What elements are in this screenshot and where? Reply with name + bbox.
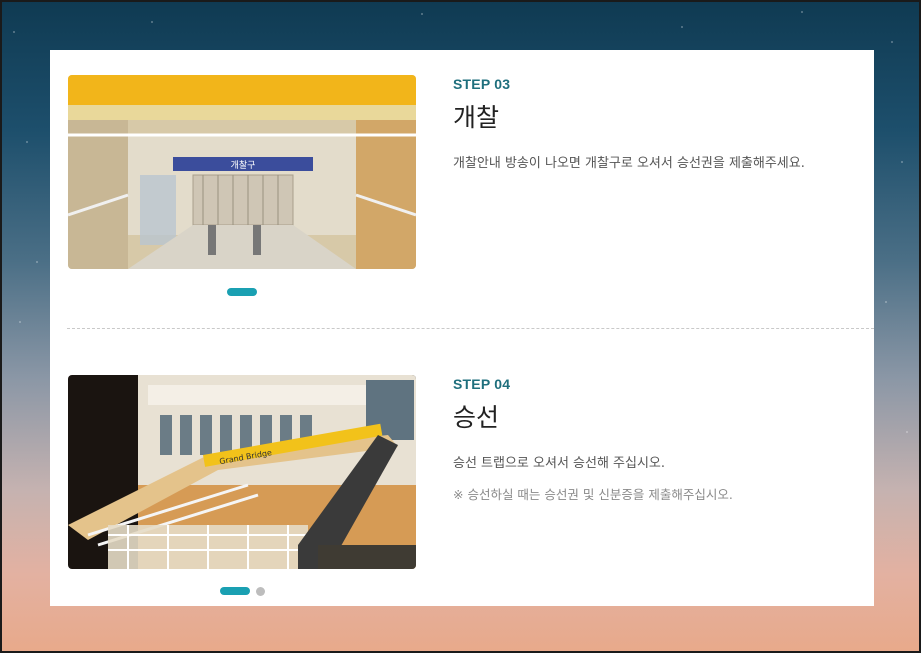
boarding-steps-card: 개찰구 STEP 03 개찰 개찰안내 방송이 나오면 개찰구로 오셔서 승선권…	[50, 50, 874, 606]
ferry-boarding-photo: Grand Bridge	[68, 375, 416, 569]
step-04-section: Grand Bridge STEP 04 승선 승선 트랩으로 오셔서 승선해 …	[50, 328, 874, 606]
slider-dot[interactable]	[255, 586, 265, 596]
ticket-gate-illustration: 개찰구	[68, 75, 416, 269]
step-note: ※ 승선하실 때는 승선권 및 신분증을 제출해주십시오.	[453, 487, 733, 502]
step-03-text: STEP 03 개찰 개찰안내 방송이 나오면 개찰구로 오셔서 승선권을 제출…	[453, 76, 863, 174]
step-03-section: 개찰구 STEP 03 개찰 개찰안내 방송이 나오면 개찰구로 오셔서 승선권…	[50, 50, 874, 328]
step-description: 승선 트랩으로 오셔서 승선해 주십시오.	[453, 456, 666, 471]
ticket-gate-photo: 개찰구	[68, 75, 416, 269]
slider-dot-active[interactable]	[219, 587, 250, 595]
step-label: STEP 04	[453, 376, 511, 392]
step-title: 승선	[453, 403, 500, 432]
step-04-text: STEP 04 승선 승선 트랩으로 오셔서 승선해 주십시오. ※ 승선하실 …	[453, 376, 863, 503]
slider-dot-active[interactable]	[227, 288, 257, 296]
step-label: STEP 03	[453, 76, 511, 92]
step-description: 개찰안내 방송이 나오면 개찰구로 오셔서 승선권을 제출해주세요.	[453, 156, 805, 171]
step-04-slider-pagination	[68, 586, 416, 596]
step-title: 개찰	[453, 103, 500, 132]
gate-sign-text: 개찰구	[231, 160, 256, 171]
step-03-slider-pagination	[68, 287, 416, 297]
ferry-boarding-illustration: Grand Bridge	[68, 375, 416, 569]
